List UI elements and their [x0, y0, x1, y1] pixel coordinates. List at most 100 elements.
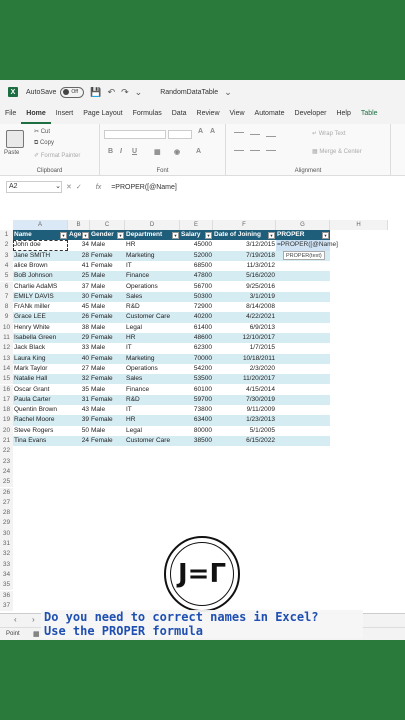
font-name-dropdown[interactable]: [104, 130, 166, 139]
table-cell[interactable]: 80000: [180, 426, 213, 436]
table-cell[interactable]: Henry White: [13, 323, 68, 333]
tab-data[interactable]: Data: [167, 104, 192, 124]
table-header-cell[interactable]: Name ▼: [13, 230, 68, 241]
table-cell[interactable]: Male: [90, 302, 125, 312]
row-header[interactable]: 16: [0, 384, 13, 395]
table-cell[interactable]: [276, 374, 330, 385]
table-cell[interactable]: alice Brown: [13, 261, 68, 271]
table-cell[interactable]: Rachel Moore: [13, 415, 68, 426]
table-cell[interactable]: 38: [68, 323, 90, 333]
tab-home[interactable]: Home: [21, 104, 51, 124]
format-painter-button[interactable]: ✐ Format Painter: [34, 152, 80, 159]
row-header[interactable]: 36: [0, 590, 13, 601]
table-cell[interactable]: 63400: [180, 415, 213, 426]
row-header[interactable]: 10: [0, 322, 13, 333]
table-cell[interactable]: 27: [68, 364, 90, 374]
table-cell[interactable]: 40200: [180, 312, 213, 323]
table-header-cell[interactable]: Age ▼: [68, 230, 90, 241]
table-cell[interactable]: [276, 394, 330, 406]
table-cell[interactable]: 4/22/2021: [213, 312, 276, 323]
row-header[interactable]: 9: [0, 312, 13, 323]
table-cell[interactable]: Female: [90, 436, 125, 447]
filter-dropdown-icon[interactable]: ▼: [205, 231, 212, 239]
undo-icon[interactable]: ↶: [108, 87, 116, 98]
table-cell[interactable]: HR: [125, 240, 180, 250]
copy-button[interactable]: ⧉ Copy: [34, 140, 54, 147]
table-cell[interactable]: Charlie AdaMS: [13, 282, 68, 292]
table-cell[interactable]: 3/1/2019: [213, 291, 276, 303]
table-cell[interactable]: [276, 364, 330, 374]
accessibility-icon[interactable]: ▦: [33, 630, 40, 638]
table-cell[interactable]: 12/10/2017: [213, 333, 276, 344]
row-header[interactable]: 5: [0, 271, 13, 282]
table-cell[interactable]: Male: [90, 343, 125, 353]
table-header-cell[interactable]: PROPER ▼: [276, 230, 330, 241]
row-header[interactable]: 25: [0, 477, 13, 488]
grow-font-icon[interactable]: A: [198, 128, 203, 135]
table-cell[interactable]: 1/7/2015: [213, 343, 276, 353]
cancel-icon[interactable]: ✕: [66, 183, 72, 191]
filter-dropdown-icon[interactable]: ▼: [82, 231, 89, 239]
table-header-cell[interactable]: Department ▼: [125, 230, 180, 241]
align-center-icon[interactable]: [250, 150, 260, 151]
table-cell[interactable]: 52000: [180, 250, 213, 261]
filter-dropdown-icon[interactable]: ▼: [268, 231, 275, 239]
table-cell[interactable]: Male: [90, 426, 125, 436]
align-middle-icon[interactable]: [250, 134, 260, 135]
row-header[interactable]: 11: [0, 333, 13, 344]
table-cell[interactable]: [276, 426, 330, 436]
table-cell[interactable]: Sales: [125, 291, 180, 303]
table-cell[interactable]: [276, 312, 330, 323]
table-cell[interactable]: Quentin Brown: [13, 405, 68, 415]
table-cell[interactable]: Female: [90, 415, 125, 426]
table-cell[interactable]: 25: [68, 271, 90, 282]
underline-icon[interactable]: U: [132, 148, 137, 155]
table-cell[interactable]: Legal: [125, 323, 180, 333]
table-cell[interactable]: FrANk miller: [13, 302, 68, 312]
tab-help[interactable]: Help: [331, 104, 355, 124]
table-cell[interactable]: 41: [68, 261, 90, 271]
active-formula-cell[interactable]: =PROPER([@Name]: [276, 240, 338, 251]
row-header[interactable]: 6: [0, 281, 13, 292]
column-header-a[interactable]: A: [13, 220, 68, 230]
row-header[interactable]: 7: [0, 291, 13, 303]
name-box-chevron-icon[interactable]: ⌄: [55, 182, 61, 192]
row-header[interactable]: 20: [0, 425, 13, 436]
table-header-cell[interactable]: Gender ▼: [90, 230, 125, 241]
align-right-icon[interactable]: [266, 150, 276, 151]
tab-view[interactable]: View: [225, 104, 250, 124]
table-cell[interactable]: [276, 353, 330, 364]
table-cell[interactable]: 40: [68, 353, 90, 364]
table-cell[interactable]: Marketing: [125, 250, 180, 261]
row-header[interactable]: 33: [0, 559, 13, 570]
table-cell[interactable]: Natalie Hall: [13, 374, 68, 385]
table-cell[interactable]: Female: [90, 312, 125, 323]
table-cell[interactable]: 9/11/2009: [213, 405, 276, 415]
table-cell[interactable]: 60100: [180, 385, 213, 395]
table-cell[interactable]: 35: [68, 385, 90, 395]
table-cell[interactable]: Isabella Green: [13, 333, 68, 344]
filter-dropdown-icon[interactable]: ▼: [172, 231, 179, 239]
table-cell[interactable]: Customer Care: [125, 312, 180, 323]
row-header[interactable]: 37: [0, 600, 13, 612]
filter-dropdown-icon[interactable]: ▼: [117, 231, 124, 239]
table-cell[interactable]: Operations: [125, 282, 180, 292]
table-cell[interactable]: 1/23/2013: [213, 415, 276, 426]
table-cell[interactable]: 48600: [180, 333, 213, 344]
row-header[interactable]: 35: [0, 580, 13, 591]
row-header[interactable]: 28: [0, 508, 13, 519]
table-cell[interactable]: [276, 282, 330, 292]
tab-page-layout[interactable]: Page Layout: [78, 104, 127, 124]
table-cell[interactable]: IT: [125, 405, 180, 415]
table-cell[interactable]: Laura King: [13, 353, 68, 364]
table-header-cell[interactable]: Salary ▼: [180, 230, 213, 241]
table-cell[interactable]: HR: [125, 415, 180, 426]
row-header[interactable]: 1: [0, 230, 13, 241]
column-header-h[interactable]: H: [330, 220, 388, 230]
row-header[interactable]: 31: [0, 539, 13, 550]
table-cell[interactable]: Male: [90, 240, 125, 250]
table-cell[interactable]: 59700: [180, 394, 213, 406]
table-cell[interactable]: Male: [90, 323, 125, 333]
row-header[interactable]: 26: [0, 487, 13, 498]
table-cell[interactable]: Male: [90, 385, 125, 395]
